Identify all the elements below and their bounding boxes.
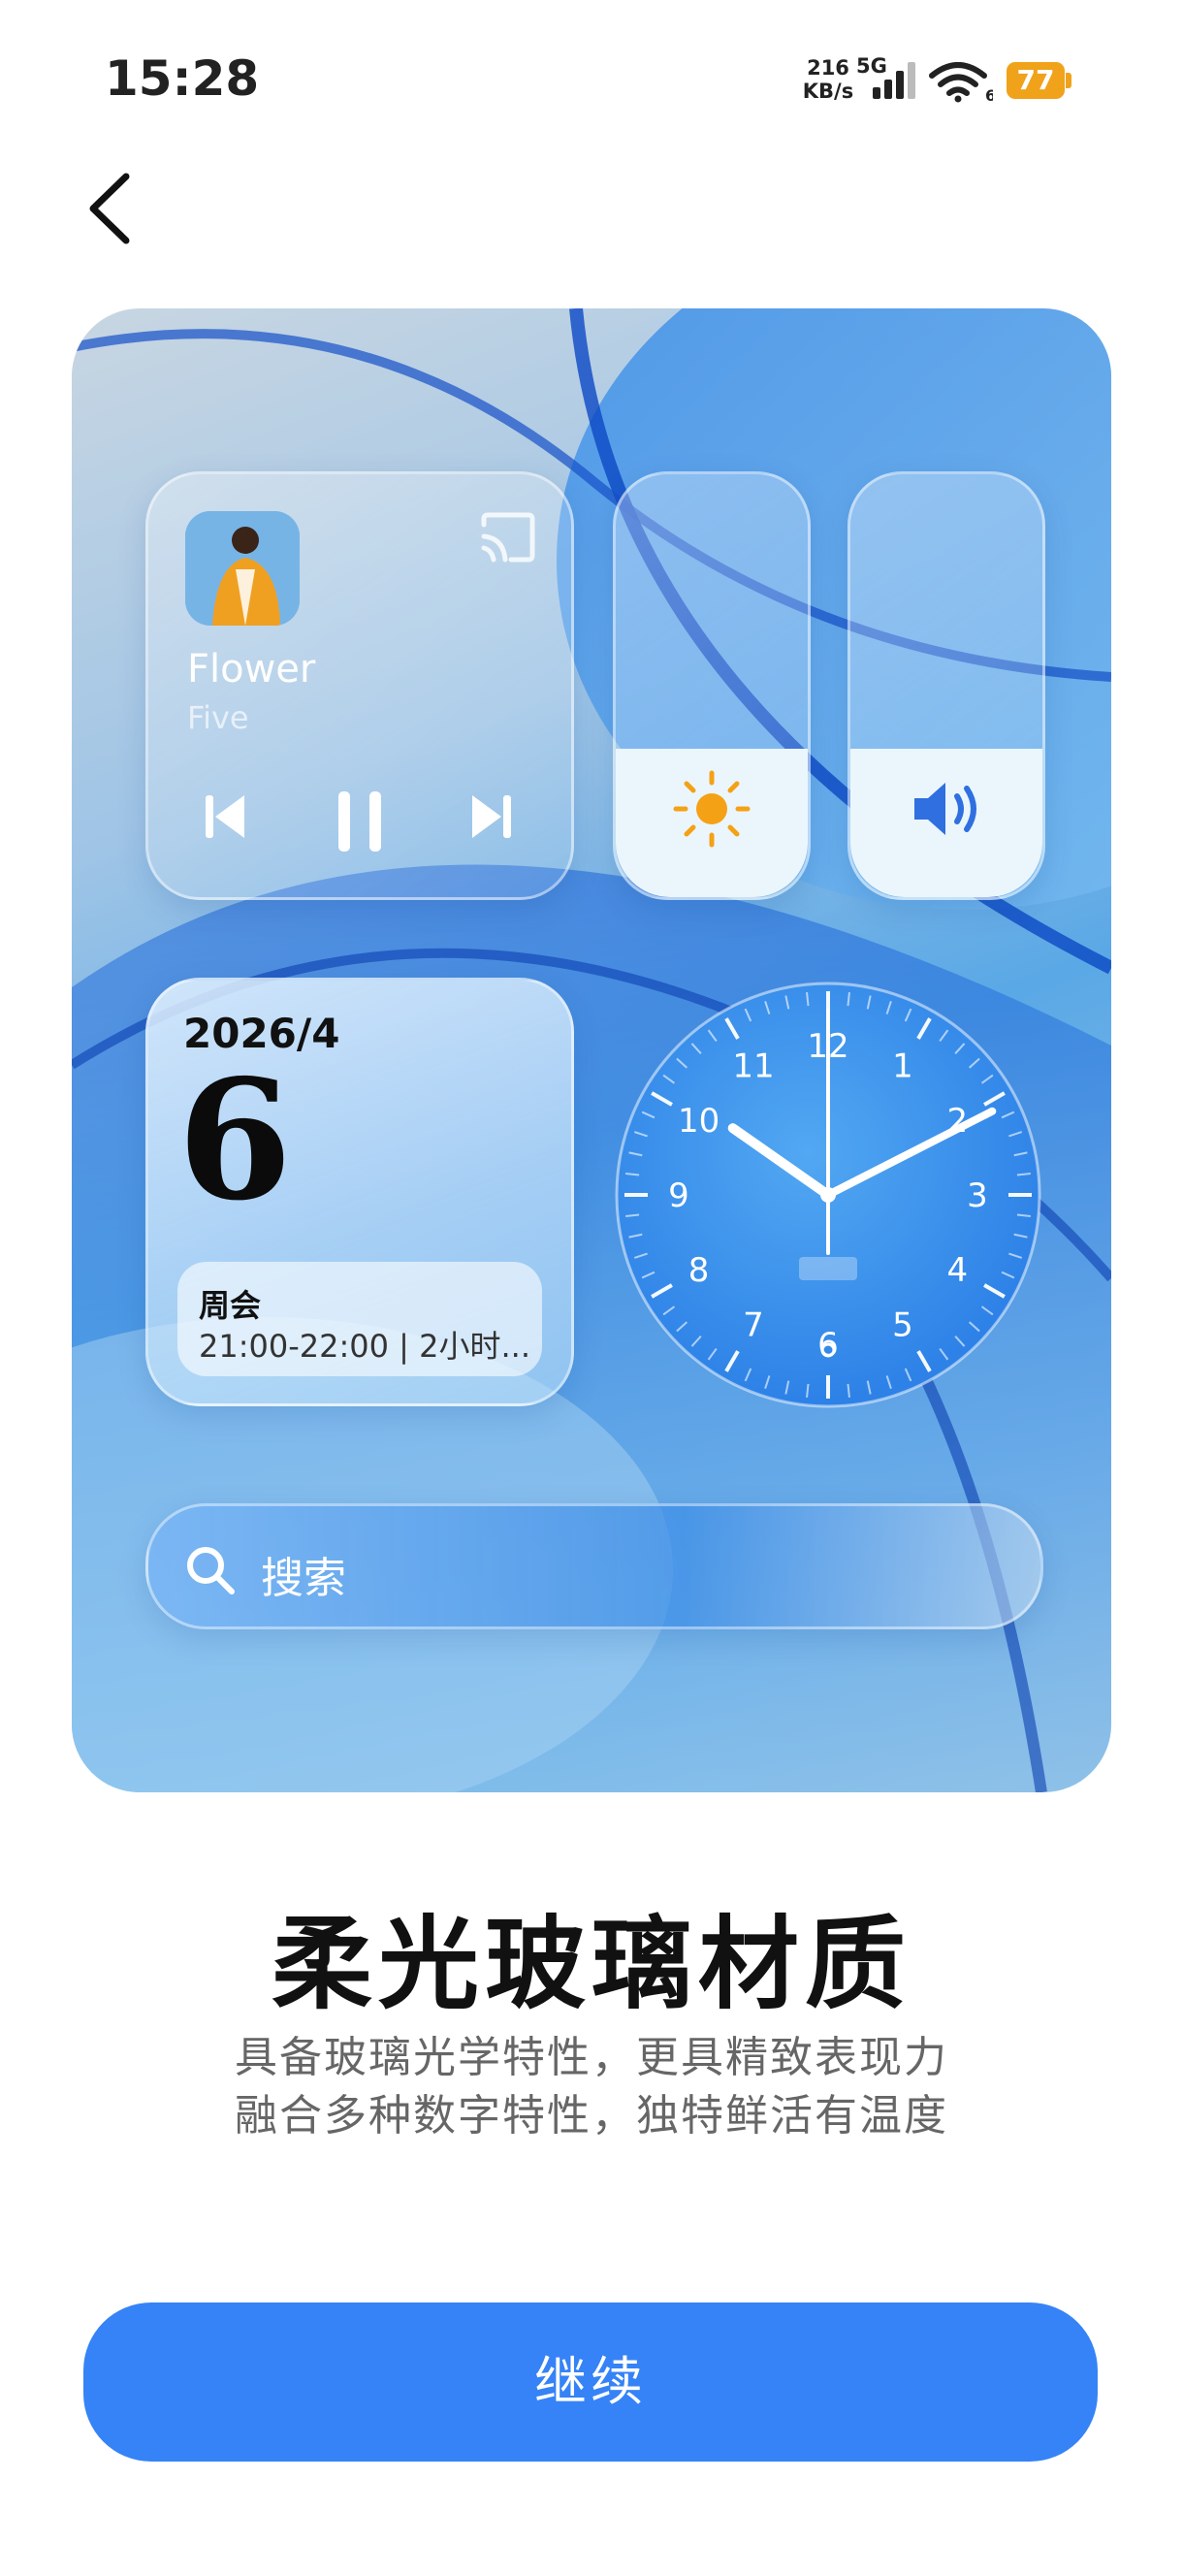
cast-icon[interactable] — [478, 511, 538, 564]
cellular-signal-icon — [873, 62, 915, 99]
search-icon — [187, 1547, 235, 1594]
player-controls — [148, 789, 571, 857]
calendar-day: 6 — [177, 1044, 293, 1238]
wifi-level-label: 6 — [985, 86, 993, 103]
clock-number: 1 — [892, 1047, 913, 1086]
status-bar: 15:28 216 KB/s 5G 6 77 — [0, 0, 1183, 155]
event-time: 21:00-22:00 | 2小时... — [199, 1328, 530, 1365]
clock-number: 7 — [743, 1305, 764, 1344]
pause-icon[interactable] — [333, 789, 387, 853]
clock-number: 9 — [668, 1176, 689, 1215]
song-artist: Five — [187, 699, 249, 736]
event-card[interactable]: 周会 21:00-22:00 | 2小时... — [177, 1262, 542, 1376]
wifi-icon: 6 — [929, 62, 993, 103]
back-button[interactable] — [78, 165, 145, 252]
chevron-left-icon — [89, 173, 130, 244]
description-line-2: 融合多种数字特性，独特鲜活有温度 — [235, 2091, 948, 2141]
clock-number: 3 — [967, 1176, 988, 1215]
clock-center — [820, 1187, 836, 1203]
search-placeholder: 搜索 — [261, 1554, 346, 1603]
sun-icon — [673, 770, 751, 848]
clock-number: 11 — [732, 1047, 774, 1086]
status-time: 15:28 — [105, 50, 260, 107]
skip-previous-icon[interactable] — [202, 789, 248, 844]
description-line-1: 具备玻璃光学特性，更具精致表现力 — [235, 2033, 948, 2082]
clock-brand-label — [799, 1257, 857, 1280]
skip-next-icon[interactable] — [468, 789, 515, 844]
clock-number: 4 — [947, 1251, 969, 1290]
event-title: 周会 — [199, 1287, 262, 1324]
volume-slider[interactable] — [847, 471, 1045, 900]
battery-level: 77 — [1016, 64, 1055, 96]
network-speed-unit: KB/s — [802, 80, 854, 103]
brightness-slider[interactable] — [613, 471, 811, 900]
network-speed-value: 216 — [807, 56, 849, 80]
network-speed: 216 KB/s — [799, 56, 857, 103]
song-title: Flower — [187, 647, 316, 692]
clock-number: 10 — [678, 1102, 719, 1141]
music-widget[interactable]: Flower Five — [145, 471, 574, 900]
album-art — [185, 511, 300, 626]
page-title: 柔光玻璃材质 — [271, 1905, 911, 2023]
calendar-widget[interactable]: 2026/4 6 周会 21:00-22:00 | 2小时... — [145, 978, 574, 1406]
battery-cap — [1066, 73, 1071, 88]
continue-button[interactable]: 继续 — [83, 2302, 1098, 2462]
clock-widget[interactable]: 121234567891011 — [611, 978, 1045, 1412]
battery-icon: 77 — [1007, 62, 1065, 99]
clock-number: 8 — [688, 1251, 710, 1290]
preview-image: Flower Five 2026/4 6 周会 21:00-22:00 | 2小… — [72, 308, 1111, 1792]
volume-icon — [914, 783, 976, 835]
search-bar[interactable]: 搜索 — [145, 1503, 1043, 1629]
clock-number: 5 — [892, 1305, 913, 1344]
